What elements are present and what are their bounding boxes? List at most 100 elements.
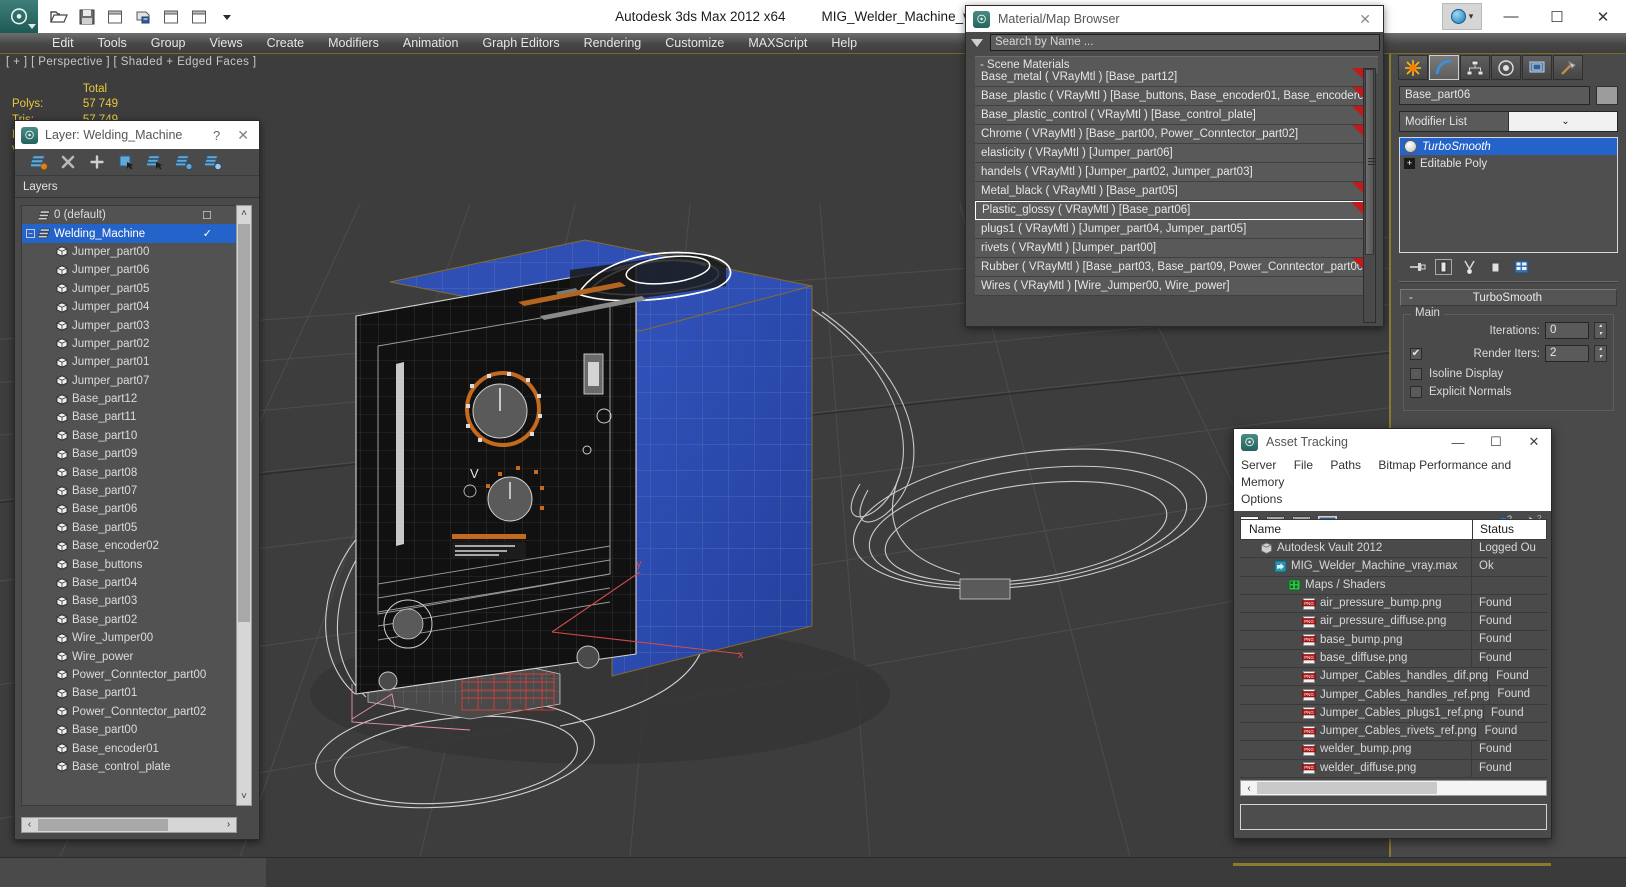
layer-object-row[interactable]: Wire_power — [22, 647, 236, 665]
close-button[interactable]: ✕ — [1580, 0, 1626, 33]
isoline-display-row[interactable]: Isoline Display — [1410, 368, 1607, 380]
asset-table-row[interactable]: PNG welder_diffuse.png Found — [1240, 759, 1547, 778]
chevron-down-icon[interactable]: ⌄ — [1508, 112, 1617, 131]
layer-object-row[interactable]: Jumper_part01 — [22, 353, 236, 371]
asset-menu-server[interactable]: Server — [1241, 458, 1276, 472]
spinner-down-icon[interactable]: ▾ — [1595, 354, 1606, 362]
help-orb-button[interactable]: ▾ — [1442, 3, 1482, 30]
column-header-status[interactable]: Status — [1473, 520, 1546, 539]
layer-properties-icon[interactable] — [203, 154, 222, 171]
select-objects-icon[interactable] — [118, 154, 135, 170]
utilities-tab[interactable] — [1553, 55, 1583, 80]
motion-tab[interactable] — [1491, 55, 1521, 80]
isoline-display-checkbox[interactable] — [1410, 368, 1422, 380]
display-tab[interactable] — [1522, 55, 1552, 80]
expand-toggle-icon[interactable]: − — [26, 229, 35, 239]
layer-object-row[interactable]: Jumper_part07 — [22, 372, 236, 390]
material-row[interactable]: Base_plastic_control ( VRayMtl ) [Base_c… — [975, 106, 1371, 125]
layer-object-row[interactable]: Base_part03 — [22, 592, 236, 610]
object-name-field[interactable]: Base_part06 — [1399, 86, 1590, 105]
make-unique-icon[interactable] — [1461, 259, 1478, 275]
new-layer-icon[interactable] — [29, 154, 48, 171]
remove-modifier-icon[interactable] — [1487, 259, 1504, 275]
material-browser-scrollbar[interactable] — [1363, 68, 1376, 323]
asset-horizontal-scrollbar[interactable]: ‹ — [1240, 780, 1547, 796]
delete-layer-icon[interactable] — [60, 154, 77, 170]
layer-object-row[interactable]: Power_Conntector_part02 — [22, 703, 236, 721]
asset-table-row[interactable]: PNG air_pressure_bump.png Found — [1240, 594, 1547, 614]
asset-table-row[interactable]: PNG Jumper_Cables_rivets_ref.png Found — [1240, 722, 1547, 742]
lightbulb-icon[interactable] — [1404, 140, 1417, 153]
asset-table-row[interactable]: PNG Jumper_Cables_handles_dif.png Found — [1240, 668, 1547, 687]
menu-item-customize[interactable]: Customize — [653, 33, 736, 53]
undo-icon[interactable] — [158, 4, 184, 30]
asset-table-row[interactable]: MIG_Welder_Machine_vray.max Ok — [1240, 558, 1547, 577]
asset-hscroll-left-button[interactable]: ‹ — [1241, 783, 1257, 794]
add-layer-icon[interactable] — [89, 154, 106, 170]
modifier-stack-item-turbosmooth[interactable]: TurboSmooth — [1400, 138, 1617, 155]
layer-object-row[interactable]: Base_part01 — [22, 684, 236, 702]
material-row[interactable]: handels ( VRayMtl ) [Jumper_part02, Jump… — [975, 163, 1371, 182]
layer-object-row[interactable]: Jumper_part06 — [22, 261, 236, 279]
menu-item-tools[interactable]: Tools — [86, 33, 139, 53]
help-orb-caret-icon[interactable]: ▾ — [1469, 11, 1474, 22]
layer-object-row[interactable]: Base_control_plate — [22, 758, 236, 776]
menu-item-views[interactable]: Views — [197, 33, 254, 53]
material-row[interactable]: plugs1 ( VRayMtl ) [Jumper_part04, Jumpe… — [975, 220, 1371, 239]
layer-object-row[interactable]: Jumper_part00 — [22, 243, 236, 261]
app-menu-caret-icon[interactable] — [28, 24, 36, 29]
layer-help-button[interactable]: ? — [203, 128, 230, 143]
layer-object-row[interactable]: Base_part11 — [22, 408, 236, 426]
layer-object-row[interactable]: Base_part08 — [22, 463, 236, 481]
asset-menu-options[interactable]: Options — [1241, 492, 1282, 506]
menu-item-edit[interactable]: Edit — [40, 33, 86, 53]
layer-scroll-up-button[interactable]: ˄ — [237, 206, 251, 222]
layer-close-button[interactable]: ✕ — [237, 127, 253, 144]
layer-object-row[interactable]: Base_part09 — [22, 445, 236, 463]
print-icon[interactable] — [130, 4, 156, 30]
show-end-result-icon[interactable] — [1435, 259, 1452, 275]
layer-object-row[interactable]: Base_part00 — [22, 721, 236, 739]
layer-object-row[interactable]: Jumper_part03 — [22, 316, 236, 334]
asset-menu-bitmap-performance[interactable]: Bitmap Performance and Memory — [1241, 458, 1511, 489]
asset-hscroll-thumb[interactable] — [1257, 782, 1437, 794]
maximize-button[interactable]: ☐ — [1534, 0, 1580, 33]
modifier-list-dropdown[interactable]: Modifier List ⌄ — [1399, 111, 1618, 132]
layer-object-row[interactable]: Base_encoder02 — [22, 537, 236, 555]
render-iters-input[interactable]: 2 — [1545, 345, 1589, 362]
expand-plus-icon[interactable]: + — [1404, 158, 1415, 169]
layer-scroll-thumb[interactable] — [238, 224, 250, 622]
new-scene-icon[interactable] — [102, 4, 128, 30]
asset-table-row[interactable]: Autodesk Vault 2012 Logged Ou — [1240, 540, 1547, 559]
modifier-stack-item-editable-poly[interactable]: + Editable Poly — [1400, 155, 1617, 172]
layer-object-row[interactable]: Power_Conntector_part00 — [22, 666, 236, 684]
menu-item-animation[interactable]: Animation — [391, 33, 471, 53]
asset-maximize-button[interactable]: ☐ — [1481, 430, 1511, 454]
minimize-button[interactable]: — — [1488, 0, 1534, 33]
spinner-up-icon[interactable]: ▴ — [1595, 346, 1606, 354]
layer-object-row[interactable]: Base_buttons — [22, 555, 236, 573]
material-row[interactable]: Base_plastic ( VRayMtl ) [Base_buttons, … — [975, 87, 1371, 106]
layer-object-row[interactable]: Base_part07 — [22, 482, 236, 500]
asset-minimize-button[interactable]: — — [1443, 430, 1473, 454]
open-file-icon[interactable] — [46, 4, 72, 30]
layer-object-row[interactable]: Base_part12 — [22, 390, 236, 408]
asset-tracking-dialog[interactable]: ☉ Asset Tracking — ☐ ✕ Server File Paths… — [1233, 428, 1552, 839]
layer-scroll-down-button[interactable]: ˅ — [237, 789, 251, 805]
asset-table-row[interactable]: Maps / Shaders — [1240, 576, 1547, 595]
modify-tab[interactable] — [1429, 55, 1459, 80]
iterations-spinner[interactable]: ▴ ▾ — [1594, 322, 1607, 339]
spinner-up-icon[interactable]: ▴ — [1595, 323, 1606, 331]
layer-object-row[interactable]: Base_part06 — [22, 500, 236, 518]
material-browser-options-caret-icon[interactable] — [971, 38, 983, 47]
asset-tracking-table[interactable]: Name Status Autodesk Vault 2012 Logged Ou… — [1240, 519, 1547, 778]
layer-object-row[interactable]: Base_part10 — [22, 427, 236, 445]
layer-vertical-scrollbar[interactable]: ˄ ˅ — [236, 205, 252, 806]
layer-object-row[interactable]: Base_encoder01 — [22, 739, 236, 757]
app-logo-button[interactable]: ☉ — [0, 0, 38, 33]
scene-materials-list[interactable]: Base_metal ( VRayMtl ) [Base_part12] Base… — [975, 68, 1371, 296]
search-by-name-input[interactable]: Search by Name ... — [990, 34, 1380, 51]
asset-table-row[interactable]: PNG base_diffuse.png Found — [1240, 649, 1547, 669]
turbosmooth-rollup-header[interactable]: - TurboSmooth — [1400, 289, 1617, 306]
asset-table-row[interactable]: PNG Jumper_Cables_plugs1_ref.png Found — [1240, 704, 1547, 723]
